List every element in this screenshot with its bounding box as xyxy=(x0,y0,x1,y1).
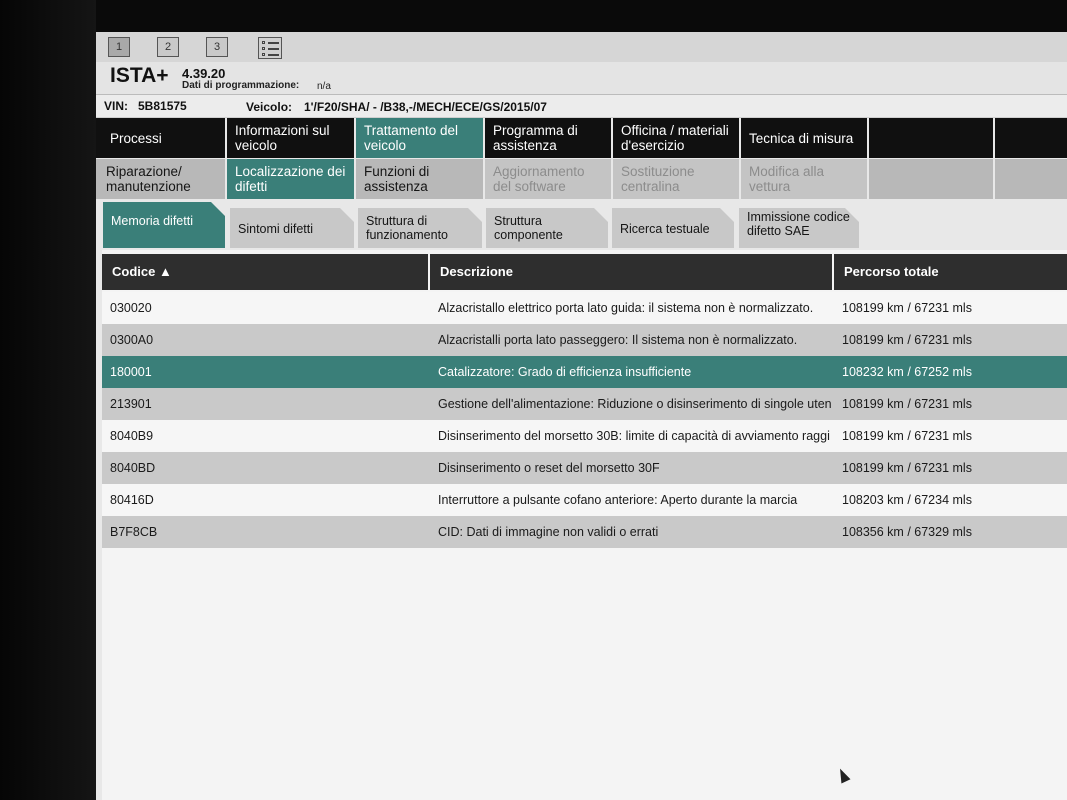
cell-mileage: 108203 km / 67234 mls xyxy=(842,493,972,507)
nav-sostituzione-centralina[interactable]: Sostituzione centralina xyxy=(613,159,741,199)
cell-code: 030020 xyxy=(110,301,152,315)
cell-mileage: 108199 km / 67231 mls xyxy=(842,397,972,411)
table-row[interactable]: B7F8CB CID: Dati di immagine non validi … xyxy=(102,516,1067,548)
programming-data-label: Dati di programmazione: xyxy=(182,80,300,91)
nav-tecnica-misura[interactable]: Tecnica di misura xyxy=(741,118,869,158)
list-view-icon[interactable] xyxy=(258,37,282,59)
nav-modifica-vettura[interactable]: Modifica alla vettura xyxy=(741,159,869,199)
table-row[interactable]: 8040B9 Disinserimento del morsetto 30B: … xyxy=(102,420,1067,452)
nav-sub-empty-2 xyxy=(995,159,1067,199)
cell-mileage: 108199 km / 67231 mls xyxy=(842,461,972,475)
window-tabbar: 1 2 3 xyxy=(96,32,1067,62)
cell-code: 80416D xyxy=(110,493,154,507)
nav-processi[interactable]: Processi xyxy=(96,118,227,158)
vehicle-info-bar: VIN: 5B81575 Veicolo: 1'/F20/SHA/ - /B38… xyxy=(96,95,1067,118)
cell-mileage: 108199 km / 67231 mls xyxy=(842,429,972,443)
cell-mileage: 108356 km / 67329 mls xyxy=(842,525,972,539)
monitor-bezel-top xyxy=(0,0,1067,34)
table-row[interactable]: 80416D Interruttore a pulsante cofano an… xyxy=(102,484,1067,516)
nav-programma-assistenza[interactable]: Programma di assistenza xyxy=(485,118,613,158)
column-header-description[interactable]: Descrizione xyxy=(430,254,834,290)
tab-struttura-componente[interactable]: Struttura componente xyxy=(486,208,608,248)
nav-riparazione-manutenzione[interactable]: Riparazione/ manutenzione xyxy=(96,159,227,199)
table-header: Codice ▲ Descrizione Percorso totale xyxy=(102,254,1067,290)
nav-empty-1 xyxy=(869,118,995,158)
nav-informazioni-veicolo[interactable]: Informazioni sul veicolo xyxy=(227,118,356,158)
cell-code: 213901 xyxy=(110,397,152,411)
app-screen: 1 2 3 ISTA+ 4.39.20 Dati di programmazio… xyxy=(96,32,1067,800)
cell-code: 8040B9 xyxy=(110,429,154,443)
nav-officina-materiali[interactable]: Officina / materiali d'esercizio xyxy=(613,118,741,158)
tab-sintomi-difetti[interactable]: Sintomi difetti xyxy=(230,208,354,248)
cell-mileage: 108232 km / 67252 mls xyxy=(842,365,972,379)
tab-struttura-funzionamento[interactable]: Struttura di funzionamento xyxy=(358,208,482,248)
table-row[interactable]: 8040BD Disinserimento o reset del morset… xyxy=(102,452,1067,484)
function-tabs: Memoria difetti Sintomi difetti Struttur… xyxy=(96,202,1067,248)
cell-description: Catalizzatore: Grado di efficienza insuf… xyxy=(438,365,692,379)
monitor-bezel-left xyxy=(0,0,96,800)
app-version: 4.39.20 xyxy=(182,66,226,81)
fault-memory-table: Codice ▲ Descrizione Percorso totale 030… xyxy=(102,250,1067,800)
window-tab-2[interactable]: 2 xyxy=(157,37,179,57)
brand-bar: ISTA+ 4.39.20 Dati di programmazione: n/… xyxy=(96,62,1067,95)
nav-trattamento-veicolo[interactable]: Trattamento del veicolo xyxy=(356,118,485,158)
cell-description: Interruttore a pulsante cofano anteriore… xyxy=(438,493,798,507)
programming-data-value: n/a xyxy=(317,81,331,92)
cell-description: CID: Dati di immagine non validi o errat… xyxy=(438,525,659,539)
cell-description: Alzacristalli porta lato passeggero: Il … xyxy=(438,333,798,347)
table-row[interactable]: 213901 Gestione dell'alimentazione: Ridu… xyxy=(102,388,1067,420)
vehicle-value: 1'/F20/SHA/ - /B38,-/MECH/ECE/GS/2015/07 xyxy=(304,100,547,114)
app-name: ISTA+ xyxy=(110,64,169,87)
vin-label: VIN: xyxy=(104,99,128,113)
cell-mileage: 108199 km / 67231 mls xyxy=(842,301,972,315)
nav-localizzazione-difetti[interactable]: Localizzazione dei difetti xyxy=(227,159,356,199)
nav-sub-empty-1 xyxy=(869,159,995,199)
column-header-mileage[interactable]: Percorso totale xyxy=(834,254,1067,290)
cell-code: 180001 xyxy=(110,365,152,379)
cell-description: Disinserimento o reset del morsetto 30F xyxy=(438,461,660,475)
vin-value: 5B81575 xyxy=(138,99,187,113)
tab-memoria-difetti[interactable]: Memoria difetti xyxy=(103,202,225,248)
table-row-selected[interactable]: 180001 Catalizzatore: Grado di efficienz… xyxy=(102,356,1067,388)
secondary-navigation: Riparazione/ manutenzione Localizzazione… xyxy=(96,159,1067,199)
cell-description: Gestione dell'alimentazione: Riduzione o… xyxy=(438,397,832,411)
window-tab-1[interactable]: 1 xyxy=(108,37,130,57)
cell-description: Disinserimento del morsetto 30B: limite … xyxy=(438,429,830,443)
nav-funzioni-assistenza[interactable]: Funzioni di assistenza xyxy=(356,159,485,199)
vehicle-label: Veicolo: xyxy=(246,100,293,114)
tab-immissione-codice-sae[interactable]: Immissione codice difetto SAE xyxy=(739,208,859,248)
cell-mileage: 108199 km / 67231 mls xyxy=(842,333,972,347)
table-row[interactable]: 0300A0 Alzacristalli porta lato passegge… xyxy=(102,324,1067,356)
nav-aggiornamento-software[interactable]: Aggiornamento del software xyxy=(485,159,613,199)
cell-description: Alzacristallo elettrico porta lato guida… xyxy=(438,301,814,315)
column-header-code[interactable]: Codice ▲ xyxy=(102,254,430,290)
main-navigation: Processi Informazioni sul veicolo Tratta… xyxy=(96,118,1067,158)
cell-code: B7F8CB xyxy=(110,525,158,539)
cell-code: 0300A0 xyxy=(110,333,154,347)
tab-ricerca-testuale[interactable]: Ricerca testuale xyxy=(612,208,734,248)
window-tab-3[interactable]: 3 xyxy=(206,37,228,57)
nav-empty-2 xyxy=(995,118,1067,158)
cell-code: 8040BD xyxy=(110,461,156,475)
table-row[interactable]: 030020 Alzacristallo elettrico porta lat… xyxy=(102,292,1067,324)
